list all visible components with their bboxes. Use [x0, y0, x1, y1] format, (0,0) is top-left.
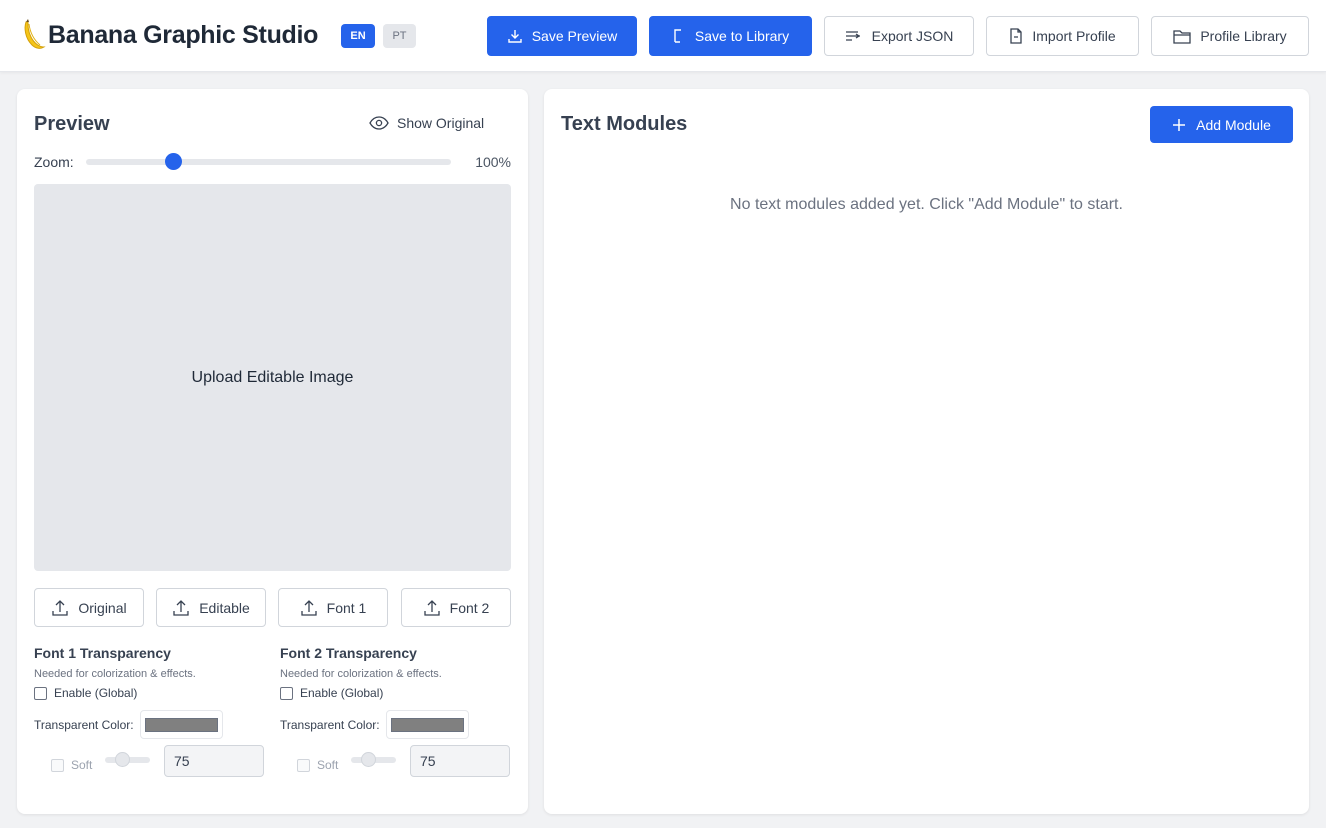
font1-color-row: Transparent Color: — [34, 710, 266, 739]
brand: Banana Graphic Studio — [20, 18, 318, 52]
profile-library-button[interactable]: Profile Library — [1151, 16, 1309, 56]
font2-transparency-section: Font 2 Transparency Needed for colorizat… — [280, 645, 512, 777]
font2-soft-row: Soft — [280, 745, 512, 777]
folder-icon — [1173, 29, 1191, 44]
zoom-value: 100% — [475, 154, 511, 170]
font2-enable-label: Enable (Global) — [300, 686, 384, 700]
font1-enable-row: Enable (Global) — [34, 686, 266, 700]
font2-transparency-title: Font 2 Transparency — [280, 645, 417, 661]
font1-enable-checkbox[interactable] — [34, 686, 47, 700]
font2-enable-checkbox[interactable] — [280, 686, 293, 700]
font2-tolerance-slider[interactable] — [351, 752, 397, 767]
profile-library-label: Profile Library — [1200, 28, 1287, 44]
font2-enable-row: Enable (Global) — [280, 686, 512, 700]
upload-area-text: Upload Editable Image — [191, 368, 354, 386]
import-profile-label: Import Profile — [1032, 28, 1116, 44]
show-original-toggle[interactable]: Show Original — [369, 115, 484, 131]
upload-original-button[interactable]: Original — [34, 588, 144, 627]
upload-font1-label: Font 1 — [326, 599, 367, 616]
save-to-library-label: Save to Library — [694, 28, 790, 44]
preview-title: Preview — [34, 113, 110, 135]
font2-soft-checkbox[interactable] — [297, 758, 310, 772]
add-module-label: Add Module — [1196, 116, 1271, 133]
upload-original-label: Original — [78, 599, 127, 616]
empty-modules-message: No text modules added yet. Click "Add Mo… — [730, 196, 1123, 213]
language-pt-button[interactable]: PT — [383, 24, 416, 48]
upload-editable-label: Editable — [199, 599, 250, 616]
preview-panel: Preview Show Original Zoom: 100% Upload … — [17, 89, 528, 814]
language-en-button[interactable]: EN — [341, 24, 375, 48]
save-preview-label: Save Preview — [531, 28, 618, 44]
font1-tolerance-input[interactable] — [164, 745, 264, 777]
bookmark-icon — [674, 29, 681, 43]
font1-tolerance-thumb[interactable] — [115, 752, 131, 767]
add-module-button[interactable]: Add Module — [1150, 106, 1293, 143]
upload-font1-button[interactable]: Font 1 — [278, 588, 388, 627]
font1-color-label: Transparent Color: — [34, 717, 134, 732]
font2-soft-label: Soft — [317, 758, 339, 772]
font1-transparency-title: Font 1 Transparency — [34, 645, 171, 661]
upload-icon — [423, 599, 440, 616]
app-title: Banana Graphic Studio — [48, 20, 319, 49]
font1-soft-label: Soft — [71, 758, 93, 772]
text-modules-title: Text Modules — [561, 113, 688, 135]
zoom-slider-track[interactable] — [86, 159, 451, 165]
eye-icon — [369, 116, 389, 130]
plus-icon — [1173, 118, 1186, 131]
font2-color-picker[interactable] — [385, 710, 469, 739]
font1-soft-checkbox[interactable] — [51, 758, 64, 772]
font1-transparency-section: Font 1 Transparency Needed for colorizat… — [34, 645, 266, 777]
font1-tolerance-slider[interactable] — [105, 752, 151, 767]
upload-editable-button[interactable]: Editable — [156, 588, 266, 627]
font1-color-swatch — [144, 717, 218, 732]
banana-icon — [24, 19, 46, 49]
upload-font2-label: Font 2 — [449, 599, 490, 616]
font2-color-swatch — [390, 717, 464, 732]
font1-enable-label: Enable (Global) — [54, 686, 138, 700]
save-to-library-button[interactable]: Save to Library — [649, 16, 812, 56]
font1-transparency-hint: Needed for colorization & effects. — [34, 668, 196, 680]
zoom-slider-thumb[interactable] — [165, 153, 183, 170]
export-icon — [845, 31, 860, 41]
import-profile-button[interactable]: Import Profile — [986, 16, 1139, 56]
font2-tolerance-input[interactable] — [410, 745, 510, 777]
font2-tolerance-thumb[interactable] — [361, 752, 377, 767]
upload-editable-image-area[interactable]: Upload Editable Image — [34, 184, 511, 571]
font2-color-row: Transparent Color: — [280, 710, 512, 739]
export-json-button[interactable]: Export JSON — [824, 16, 974, 56]
upload-icon — [52, 599, 69, 616]
text-modules-panel: Text Modules Add Module No text modules … — [544, 89, 1309, 814]
file-icon — [1010, 28, 1023, 44]
zoom-label: Zoom: — [34, 154, 74, 170]
save-preview-button[interactable]: Save Preview — [487, 16, 637, 56]
upload-font2-button[interactable]: Font 2 — [401, 588, 511, 627]
download-icon — [508, 30, 522, 43]
app-header: Banana Graphic Studio EN PT Save Preview… — [0, 0, 1326, 72]
upload-icon — [300, 599, 317, 616]
font2-color-label: Transparent Color: — [280, 717, 380, 732]
font1-color-picker[interactable] — [139, 710, 223, 739]
show-original-label: Show Original — [397, 115, 485, 131]
export-json-label: Export JSON — [871, 28, 954, 44]
upload-icon — [173, 599, 189, 616]
font1-soft-row: Soft — [34, 745, 266, 777]
font2-transparency-hint: Needed for colorization & effects. — [280, 668, 442, 680]
